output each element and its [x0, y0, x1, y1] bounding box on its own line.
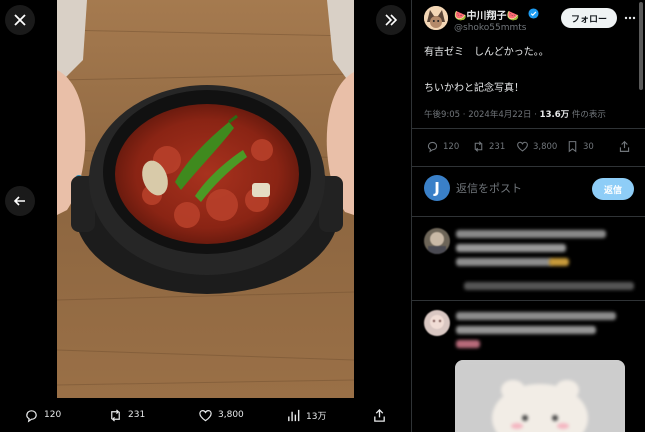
- blurred-text: [456, 326, 596, 334]
- media-views-count: 13万: [306, 411, 327, 422]
- media-repost-button[interactable]: 231: [108, 406, 145, 424]
- engagement-bar: 120 231 3,800 30: [424, 137, 634, 159]
- divider: [412, 300, 645, 301]
- reply-count: 120: [443, 141, 460, 152]
- repost-count: 231: [489, 141, 506, 152]
- blurred-text: [456, 244, 566, 252]
- media-repost-count: 231: [128, 410, 146, 420]
- share-button[interactable]: [618, 140, 631, 153]
- tweet-meta: 午後9:05 · 2024年4月22日 · 13.6万 件の表示: [424, 108, 606, 120]
- media-like-button[interactable]: 3,800: [198, 406, 244, 424]
- media-like-count: 3,800: [218, 410, 244, 420]
- bar-chart-icon: [288, 409, 300, 421]
- divider: [412, 128, 645, 129]
- close-button[interactable]: [5, 5, 35, 35]
- repost-button[interactable]: 231: [472, 140, 505, 153]
- reply-attached-image[interactable]: [455, 360, 625, 432]
- divider: [412, 166, 645, 167]
- media-reply-button[interactable]: 120: [24, 406, 61, 424]
- media-action-bar: 120 231 3,800 13万: [0, 398, 411, 432]
- scrollbar[interactable]: [639, 2, 643, 90]
- share-icon: [374, 408, 385, 422]
- tweet-panel: 🍉中川翔子🍉 @shoko55mmts フォロー 有吉ゼミ しんどかった。。 ち…: [411, 0, 645, 432]
- tweet-text-line: 有吉ゼミ しんどかった。。: [424, 47, 549, 58]
- bookmark-button[interactable]: 30: [566, 140, 594, 153]
- reply-icon: [427, 141, 438, 153]
- follow-button[interactable]: フォロー: [561, 8, 617, 28]
- media-viewer: 120 231 3,800 13万: [0, 0, 411, 432]
- media-views-button[interactable]: 13万: [286, 406, 326, 424]
- bookmark-count: 30: [583, 141, 594, 152]
- blurred-text: [456, 230, 606, 238]
- reply-submit-button[interactable]: 返信: [592, 178, 634, 200]
- photo-illustration: [57, 0, 354, 398]
- tweet-text: 有吉ゼミ しんどかった。。 ちいかわと記念写真！: [424, 46, 634, 96]
- tweet-photo[interactable]: [57, 0, 354, 398]
- reply-composer: J 返信をポスト 返信: [424, 175, 634, 203]
- blurred-emoji: [549, 258, 569, 266]
- repost-icon: [474, 141, 483, 152]
- meta-separator: ·: [534, 110, 537, 120]
- divider: [412, 216, 645, 217]
- media-share-button[interactable]: [372, 406, 387, 424]
- repost-icon: [111, 408, 120, 422]
- tweet-text-line: ちいかわと記念写真！: [424, 83, 524, 94]
- more-options-icon[interactable]: [624, 14, 636, 22]
- blurred-action-bar: [464, 282, 634, 290]
- tweet-time[interactable]: 午後9:05: [424, 110, 460, 120]
- avatar-image: [424, 6, 448, 30]
- heart-icon: [517, 141, 528, 152]
- blurred-text: [456, 258, 552, 266]
- bookmark-icon: [568, 141, 577, 153]
- reply-avatar-image: [424, 310, 450, 336]
- blurred-text: [456, 312, 616, 320]
- blurred-emoji: [456, 340, 480, 348]
- meta-separator: ·: [462, 110, 466, 120]
- verified-badge-icon: [528, 8, 539, 19]
- reply-button[interactable]: 120: [426, 140, 459, 153]
- share-icon: [619, 140, 630, 152]
- heart-icon: [199, 409, 212, 421]
- author-row: 🍉中川翔子🍉 @shoko55mmts フォロー: [424, 6, 636, 38]
- reply-image-illustration: [455, 360, 625, 432]
- views-suffix: 件の表示: [571, 110, 606, 120]
- display-name[interactable]: 🍉中川翔子🍉: [454, 7, 519, 22]
- views-count: 13.6万: [539, 110, 570, 120]
- like-button[interactable]: 3,800: [516, 140, 557, 153]
- arrow-left-icon: [13, 196, 25, 206]
- reply-input[interactable]: 返信をポスト: [456, 180, 522, 196]
- expand-panel-button[interactable]: [376, 5, 406, 35]
- avatar[interactable]: [424, 6, 448, 30]
- reply-avatar-image: [424, 228, 450, 254]
- previous-button[interactable]: [5, 186, 35, 216]
- reply-icon: [26, 409, 37, 422]
- tweet-text-spacer: [424, 60, 634, 82]
- media-reply-count: 120: [44, 410, 62, 420]
- current-user-avatar[interactable]: J: [424, 175, 450, 201]
- reply-avatar[interactable]: [424, 228, 450, 254]
- close-icon: [14, 14, 26, 26]
- tweet-date[interactable]: 2024年4月22日: [468, 110, 531, 120]
- like-count: 3,800: [533, 141, 558, 152]
- reply-avatar[interactable]: [424, 310, 450, 336]
- user-handle[interactable]: @shoko55mmts: [454, 23, 527, 33]
- chevrons-right-icon: [385, 14, 398, 26]
